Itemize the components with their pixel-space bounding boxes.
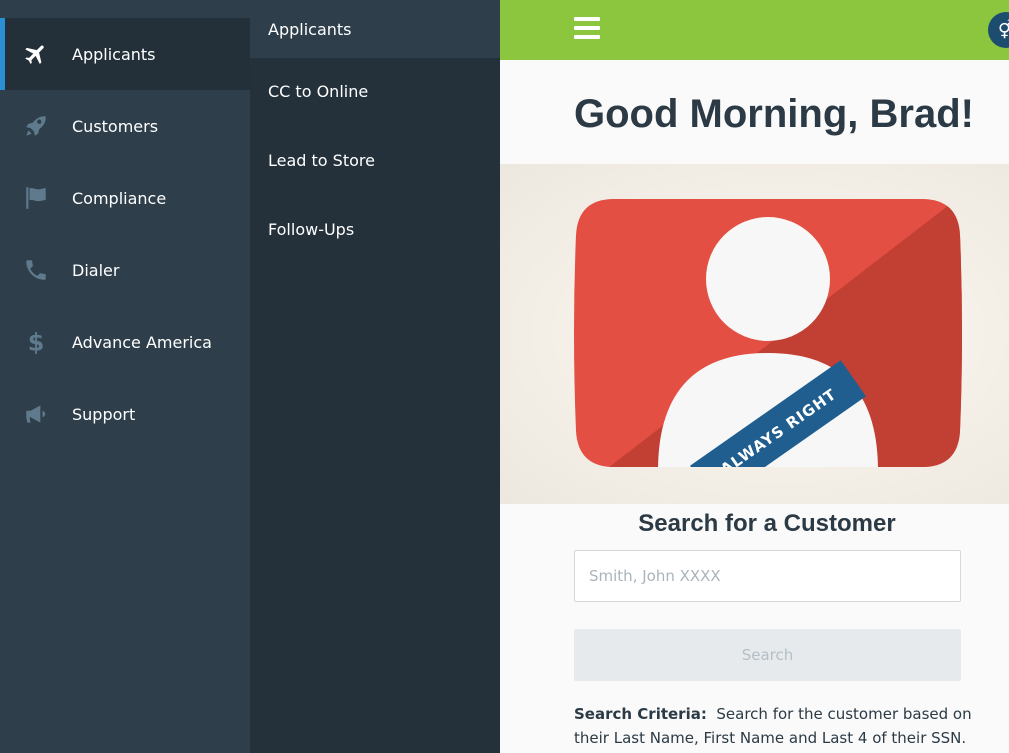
search-button[interactable]: Search: [574, 629, 961, 681]
subnav-item-cc-to-online[interactable]: CC to Online: [268, 82, 368, 101]
greeting-heading: Good Morning, Brad!: [574, 92, 974, 136]
sidebar-item-dialer[interactable]: Dialer: [0, 234, 250, 306]
customer-search-input[interactable]: [574, 550, 961, 602]
rocket-icon: [22, 112, 50, 140]
primary-sidebar: Applicants Customers Compliance Dialer $…: [0, 0, 250, 753]
gender-icon[interactable]: ⚥: [988, 12, 1009, 48]
sidebar-item-support[interactable]: Support: [0, 378, 250, 450]
airplane-icon: [22, 40, 50, 68]
sidebar-item-label: Support: [72, 404, 136, 424]
subnav-item-lead-to-store[interactable]: Lead to Store: [268, 151, 375, 170]
dollar-icon: $: [22, 328, 50, 356]
phone-icon: [22, 256, 50, 284]
subpanel-title[interactable]: Applicants: [250, 0, 500, 58]
sidebar-item-compliance[interactable]: Compliance: [0, 162, 250, 234]
sidebar-item-advance-america[interactable]: $ Advance America: [0, 306, 250, 378]
sidebar-item-label: Advance America: [72, 332, 212, 352]
main-content: Good Morning, Brad! ALWAYS RIGHT Search …: [500, 60, 1009, 753]
search-criteria-label: Search Criteria:: [574, 705, 707, 723]
customer-avatar-illustration: ALWAYS RIGHT: [574, 199, 962, 467]
sidebar-item-label: Applicants: [72, 44, 156, 64]
search-criteria-text: Search Criteria: Search for the customer…: [574, 702, 974, 750]
sidebar-item-customers[interactable]: Customers: [0, 90, 250, 162]
svg-text:$: $: [28, 329, 45, 355]
sidebar-item-label: Dialer: [72, 260, 120, 280]
sidebar-item-label: Customers: [72, 116, 159, 136]
top-bar: ⚥: [500, 0, 1009, 60]
hamburger-icon[interactable]: [574, 17, 600, 39]
flag-icon: [22, 184, 50, 212]
sidebar-item-label: Compliance: [72, 188, 167, 208]
applicants-subpanel: Applicants CC to Online Lead to Store Fo…: [250, 0, 500, 753]
search-title: Search for a Customer: [638, 510, 896, 537]
megaphone-icon: [22, 400, 50, 428]
sidebar-item-applicants[interactable]: Applicants: [0, 18, 250, 90]
subnav-item-follow-ups[interactable]: Follow-Ups: [268, 220, 354, 239]
